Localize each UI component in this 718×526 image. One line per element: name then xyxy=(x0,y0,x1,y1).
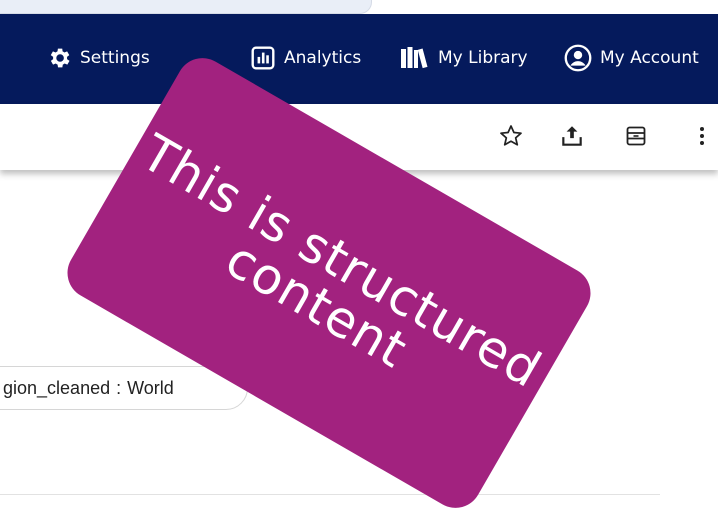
nav-my-library[interactable]: My Library xyxy=(400,42,528,74)
more-vert-icon xyxy=(697,124,707,152)
nav-library-label: My Library xyxy=(438,48,528,68)
account-circle-icon xyxy=(564,44,592,72)
top-navigation-bar: Settings Analytics My Library My Account xyxy=(0,14,718,104)
share-icon xyxy=(559,123,585,153)
page: Settings Analytics My Library My Account… xyxy=(0,0,718,526)
nav-settings-label: Settings xyxy=(80,48,150,68)
top-strip xyxy=(0,0,718,14)
gear-icon xyxy=(46,45,72,71)
search-bar[interactable] xyxy=(0,0,372,14)
nav-analytics-label: Analytics xyxy=(284,48,362,68)
nav-account-label: My Account xyxy=(600,48,699,68)
filter-key: gion_cleaned xyxy=(3,377,111,398)
filter-chip-region[interactable]: gion_cleaned : World xyxy=(0,366,248,410)
nav-my-account[interactable]: My Account xyxy=(564,42,699,74)
filter-value: World xyxy=(127,377,174,398)
filter-separator: : xyxy=(116,377,122,398)
archive-icon xyxy=(624,124,648,152)
divider xyxy=(0,494,660,495)
nav-settings[interactable]: Settings xyxy=(46,42,150,74)
more-options-button[interactable] xyxy=(688,124,716,152)
archive-button[interactable] xyxy=(622,124,650,152)
nav-analytics[interactable]: Analytics xyxy=(250,42,361,74)
star-icon xyxy=(498,123,524,153)
share-button[interactable] xyxy=(558,124,586,152)
analytics-icon xyxy=(250,45,276,71)
favorite-button[interactable] xyxy=(497,124,525,152)
library-books-icon xyxy=(400,45,430,71)
